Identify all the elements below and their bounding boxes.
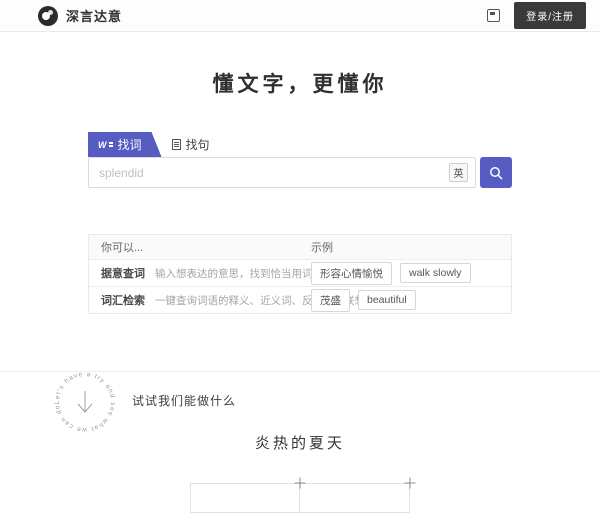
stamp-circular-text: Let's have a try and see what we can do … [48,368,119,439]
sentence-icon [172,139,181,150]
language-toggle-icon[interactable]: 英 [449,163,468,182]
tab-find-word[interactable]: W 找词 [88,132,162,157]
example-tag[interactable]: 茂盛 [311,289,350,312]
demo-title: 炎热的夏天 [0,432,600,453]
down-arrow-icon [78,391,92,412]
search-mode-tabs: W 找词 找句 [88,136,512,157]
header: 深言达意 登录/注册 [0,0,600,32]
browser-extension-icon[interactable] [487,9,500,22]
explore-hint: 试试我们能做什么 [132,392,236,409]
examples-table-header: 你可以... 示例 [89,235,511,259]
svg-text:Let's have a try and see what: Let's have a try and see what we can do … [48,368,119,439]
feature-name: 据意查词 [101,265,145,281]
word-icon: W [98,140,113,150]
tab-find-sentence-label: 找句 [186,136,210,153]
example-tag[interactable]: 形容心情愉悦 [311,262,392,285]
search-icon [489,166,503,180]
demo-card[interactable] [300,483,410,513]
brand-name[interactable]: 深言达意 [66,6,122,25]
search-input[interactable] [89,166,449,180]
corner-cross-marker [405,478,416,489]
feature-name: 词汇检索 [101,292,145,308]
tab-find-sentence[interactable]: 找句 [162,132,224,157]
example-tag[interactable]: walk slowly [400,263,471,283]
corner-cross-marker [295,478,306,489]
column-header-you-can: 你可以... [89,239,311,255]
login-register-button[interactable]: 登录/注册 [514,2,586,29]
examples-table: 你可以... 示例 据意查词 输入想表达的意思，找到恰当用词 形容心情愉悦 wa… [88,234,512,314]
example-tag[interactable]: beautiful [358,290,416,310]
brand-logo-icon[interactable] [38,6,58,26]
explore-stamp: Let's have a try and see what we can do … [48,365,122,439]
search-button[interactable] [480,157,512,188]
column-header-examples: 示例 [311,239,511,255]
page-title: 懂文字，更懂你 [0,68,600,98]
table-row: 据意查词 输入想表达的意思，找到恰当用词 形容心情愉悦 walk slowly [89,259,511,286]
tab-find-word-label: 找词 [118,136,142,153]
demo-card[interactable] [190,483,300,513]
search-box: 英 [88,157,476,188]
feature-desc: 输入想表达的意思，找到恰当用词 [155,266,313,281]
search-bar: 英 [88,157,512,188]
table-row: 词汇检索 一键查询词语的释义、近义词、反义词、联想词等 茂盛 beautiful [89,286,511,313]
